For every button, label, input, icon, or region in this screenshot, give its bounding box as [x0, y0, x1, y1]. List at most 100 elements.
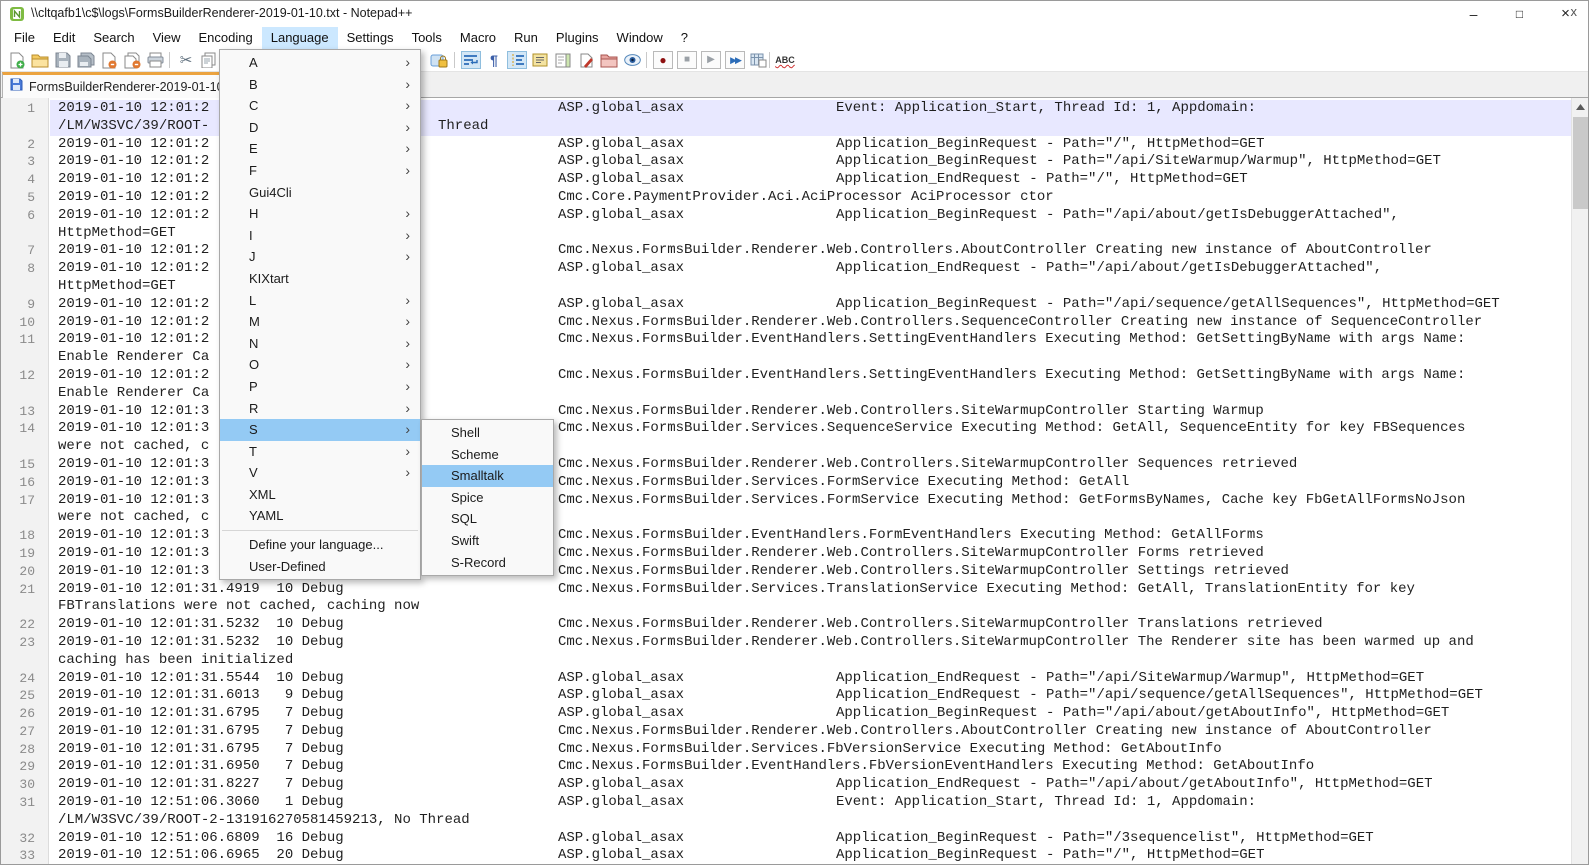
log-line[interactable]: 262019-01-10 12:01:31.6795 7 DebugASP.gl…: [1, 705, 1571, 723]
document-map-icon[interactable]: [553, 51, 573, 69]
language-menu-item-n[interactable]: N›: [220, 333, 420, 355]
line-number: 24: [1, 670, 35, 688]
log-line-wrap[interactable]: caching has been initialized: [1, 652, 1571, 670]
log-line[interactable]: 222019-01-10 12:01:31.5232 10 DebugCmc.N…: [1, 616, 1571, 634]
line-number: 22: [1, 616, 35, 634]
macro-record-icon[interactable]: ●: [653, 51, 673, 69]
language-menu-item-l[interactable]: L›: [220, 290, 420, 312]
document-switcher-icon[interactable]: [576, 51, 596, 69]
print-icon[interactable]: [145, 51, 165, 69]
menubar-item-window[interactable]: Window: [608, 27, 672, 49]
monitor-icon[interactable]: [622, 51, 642, 69]
language-submenu-item-swift[interactable]: Swift: [422, 530, 553, 552]
notepad-plus-plus-icon: [9, 6, 25, 27]
menubar-item-run[interactable]: Run: [505, 27, 547, 49]
log-line[interactable]: 242019-01-10 12:01:31.5544 10 DebugASP.g…: [1, 670, 1571, 688]
language-menu-item-e[interactable]: E›: [220, 138, 420, 160]
menubar-item-file[interactable]: File: [5, 27, 44, 49]
language-menu-item-v[interactable]: V›: [220, 462, 420, 484]
sync-scroll-icon[interactable]: [429, 51, 449, 69]
language-menu-item-user-defined[interactable]: User-Defined: [220, 556, 420, 578]
indent-guide-icon[interactable]: [507, 51, 527, 69]
folder-workspace-icon[interactable]: [599, 51, 619, 69]
close-doc-icon[interactable]: [99, 51, 119, 69]
line-number: 9: [1, 296, 35, 314]
language-menu-item-a[interactable]: A›: [220, 52, 420, 74]
language-menu-item-s[interactable]: S›: [220, 419, 420, 441]
menubar-item-edit[interactable]: Edit: [44, 27, 84, 49]
language-menu-item-f[interactable]: F›: [220, 160, 420, 182]
language-menu-item-o[interactable]: O›: [220, 354, 420, 376]
log-line[interactable]: 252019-01-10 12:01:31.6013 9 DebugASP.gl…: [1, 687, 1571, 705]
macro-save-icon[interactable]: [748, 51, 768, 69]
line-number: 23: [1, 634, 35, 652]
macro-stop-icon[interactable]: ■: [677, 51, 697, 69]
macro-run-multiple-icon[interactable]: ▶▶: [725, 51, 745, 69]
language-menu-item-d[interactable]: D›: [220, 117, 420, 139]
language-submenu-item-spice[interactable]: Spice: [422, 487, 553, 509]
log-line-wrap[interactable]: /LM/W3SVC/39/ROOT-2-131916270581459213, …: [1, 812, 1571, 830]
line-number: 28: [1, 741, 35, 759]
log-line[interactable]: 272019-01-10 12:01:31.6795 7 DebugCmc.Ne…: [1, 723, 1571, 741]
language-menu-item-define-your-language[interactable]: Define your language...: [220, 534, 420, 556]
menubar-item-plugins[interactable]: Plugins: [547, 27, 608, 49]
log-line[interactable]: 312019-01-10 12:51:06.3060 1 DebugASP.gl…: [1, 794, 1571, 812]
language-submenu-item-smalltalk[interactable]: Smalltalk: [422, 465, 553, 487]
open-folder-icon[interactable]: [30, 51, 50, 69]
menubar-item-[interactable]: ?: [672, 27, 697, 49]
scrollbar-thumb[interactable]: [1573, 117, 1588, 209]
menubar-item-tools[interactable]: Tools: [403, 27, 451, 49]
log-line[interactable]: 332019-01-10 12:51:06.6965 20 DebugASP.g…: [1, 847, 1571, 864]
vertical-scrollbar[interactable]: [1571, 98, 1588, 864]
language-menu-item-c[interactable]: C›: [220, 95, 420, 117]
function-list-icon[interactable]: [530, 51, 550, 69]
copy-icon[interactable]: [199, 51, 219, 69]
log-line-wrap[interactable]: FBTranslations were not cached, caching …: [1, 598, 1571, 616]
language-submenu-item-scheme[interactable]: Scheme: [422, 444, 553, 466]
language-submenu-item-shell[interactable]: Shell: [422, 422, 553, 444]
menu-item-label: User-Defined: [249, 559, 326, 574]
language-menu-item-j[interactable]: J›: [220, 246, 420, 268]
language-menu-item-h[interactable]: H›: [220, 203, 420, 225]
log-line[interactable]: 282019-01-10 12:01:31.6795 7 DebugCmc.Ne…: [1, 741, 1571, 759]
log-line[interactable]: 292019-01-10 12:01:31.6950 7 DebugCmc.Ne…: [1, 758, 1571, 776]
language-submenu-item-sql[interactable]: SQL: [422, 508, 553, 530]
language-menu-item-xml[interactable]: XML: [220, 484, 420, 506]
language-submenu-item-s-record[interactable]: S-Record: [422, 552, 553, 574]
word-wrap-icon[interactable]: [461, 51, 481, 69]
menu-item-label: R: [249, 401, 258, 416]
log-line[interactable]: 302019-01-10 12:01:31.8227 7 DebugASP.gl…: [1, 776, 1571, 794]
menubar-item-language[interactable]: Language: [262, 27, 338, 49]
language-menu-item-t[interactable]: T›: [220, 441, 420, 463]
language-menu-item-p[interactable]: P›: [220, 376, 420, 398]
close-all-icon[interactable]: [122, 51, 142, 69]
log-line[interactable]: 322019-01-10 12:51:06.6809 16 DebugASP.g…: [1, 830, 1571, 848]
language-menu-item-b[interactable]: B›: [220, 74, 420, 96]
language-menu-item-i[interactable]: I›: [220, 225, 420, 247]
cut-icon[interactable]: ✂: [176, 51, 196, 69]
language-menu-item-r[interactable]: R›: [220, 398, 420, 420]
scrollbar-up-arrow-icon[interactable]: [1572, 98, 1588, 115]
menubar-item-settings[interactable]: Settings: [338, 27, 403, 49]
language-menu-item-kixtart[interactable]: KIXtart: [220, 268, 420, 290]
menubar-item-encoding[interactable]: Encoding: [190, 27, 262, 49]
language-menu-item-m[interactable]: M›: [220, 311, 420, 333]
minimize-button[interactable]: –: [1451, 1, 1496, 27]
log-source: ASP.global_asax: [558, 260, 684, 278]
spell-check-icon[interactable]: ABC: [775, 51, 795, 69]
menubar-item-search[interactable]: Search: [84, 27, 143, 49]
document-close-x[interactable]: x: [1566, 1, 1583, 23]
log-line[interactable]: 232019-01-10 12:01:31.5232 10 DebugCmc.N…: [1, 634, 1571, 652]
language-menu-item-gui4cli[interactable]: Gui4Cli: [220, 182, 420, 204]
save-icon[interactable]: [53, 51, 73, 69]
menubar-item-macro[interactable]: Macro: [451, 27, 505, 49]
menubar-item-view[interactable]: View: [144, 27, 190, 49]
show-all-chars-icon[interactable]: ¶: [484, 51, 504, 69]
log-line[interactable]: 212019-01-10 12:01:31.4919 10 DebugCmc.N…: [1, 581, 1571, 599]
maximize-button[interactable]: □: [1497, 1, 1542, 27]
new-file-icon[interactable]: [7, 51, 27, 69]
language-menu-item-yaml[interactable]: YAML: [220, 505, 420, 527]
save-all-icon[interactable]: [76, 51, 96, 69]
log-timestamp: 2019-01-10 12:01:2: [58, 260, 209, 278]
macro-play-icon[interactable]: ▶: [701, 51, 721, 69]
